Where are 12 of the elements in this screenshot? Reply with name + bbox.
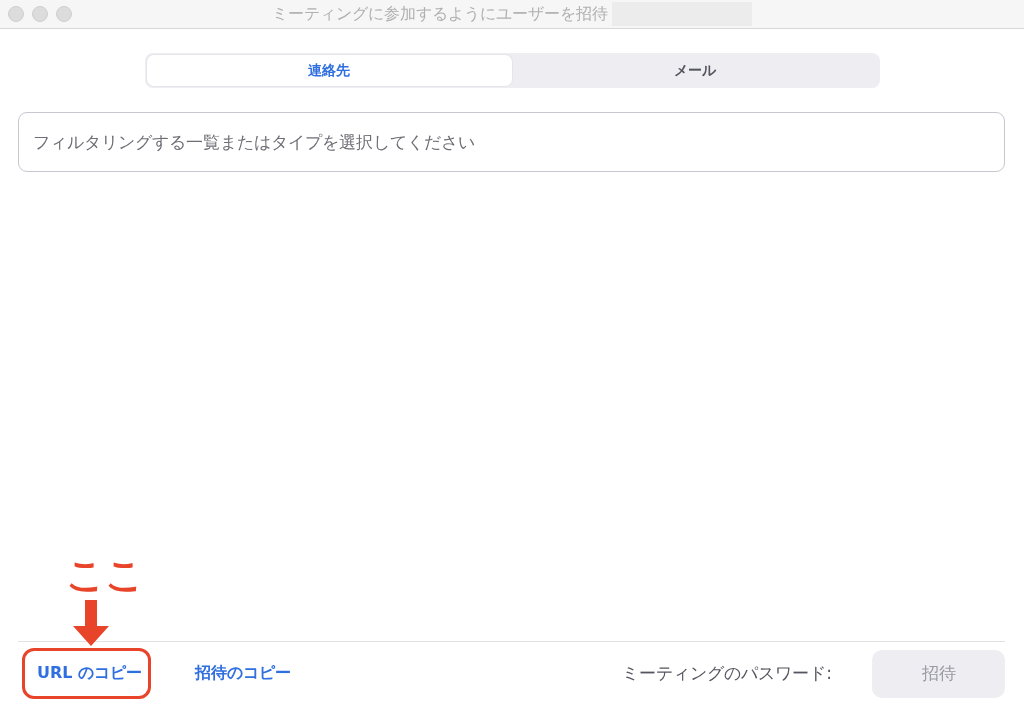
password-label: ミーティングのパスワード:	[622, 662, 832, 685]
search-field[interactable]: フィルタリングする一覧またはタイプを選択してください	[18, 112, 1005, 172]
close-button[interactable]	[8, 6, 24, 22]
annotation-label: ここ	[66, 556, 144, 594]
copy-url-link[interactable]: URL のコピー	[22, 648, 152, 699]
tab[interactable]: メール	[512, 55, 878, 86]
minimize-button[interactable]	[32, 6, 48, 22]
zoom-button[interactable]	[56, 6, 72, 22]
copy-invite-link[interactable]: 招待のコピー	[195, 663, 292, 684]
tab[interactable]: 連絡先	[146, 55, 512, 86]
down-arrow-icon	[71, 600, 111, 646]
window-title: ミーティングに参加するようにユーザーを招待	[272, 3, 608, 25]
